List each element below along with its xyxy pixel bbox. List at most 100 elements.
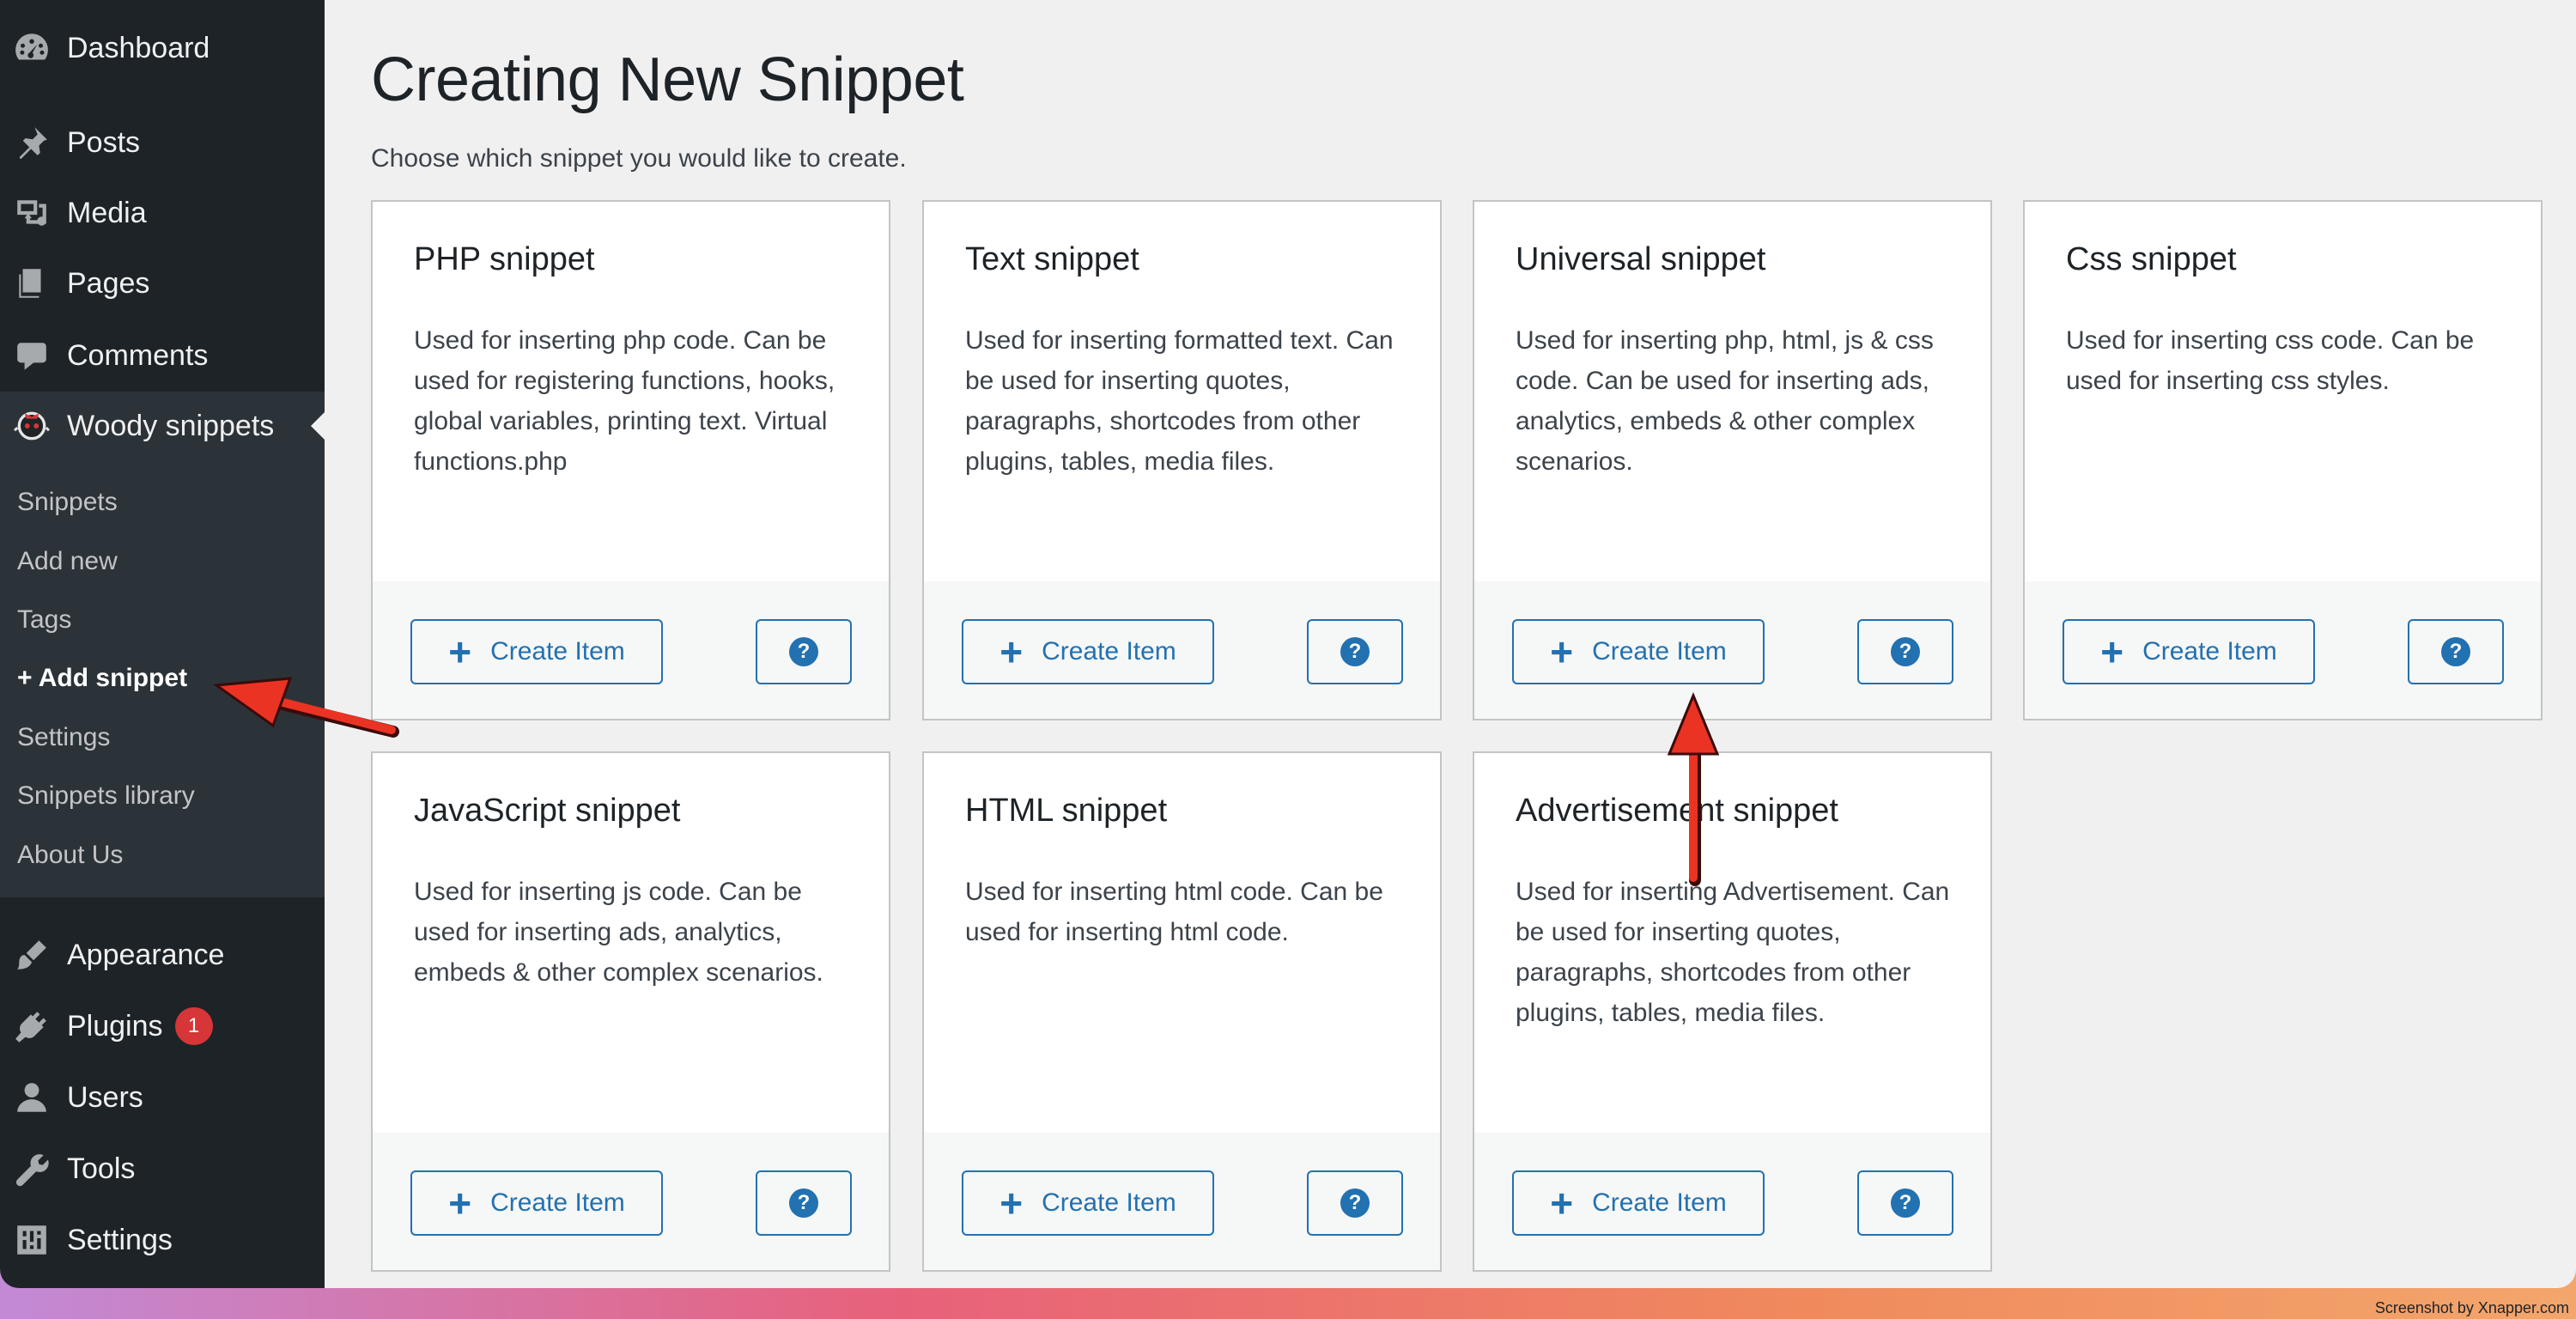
pages-icon xyxy=(3,249,60,318)
sidebar-item-comments[interactable]: Comments xyxy=(0,321,325,390)
create-item-label: Create Item xyxy=(1042,637,1176,666)
help-button[interactable]: ? xyxy=(1857,619,1953,684)
plus-icon: + xyxy=(448,629,472,674)
plus-icon: + xyxy=(999,629,1024,674)
user-icon xyxy=(3,1063,60,1132)
card-title: Universal snippet xyxy=(1516,241,1766,277)
card-description: Used for inserting html code. Can be use… xyxy=(965,878,1383,946)
sidebar-item-pages[interactable]: Pages xyxy=(0,249,325,318)
create-item-button[interactable]: + Create Item xyxy=(1512,1170,1765,1236)
plus-icon: + xyxy=(999,1181,1024,1225)
admin-sidebar: Dashboard Posts Media Pages Comments Woo… xyxy=(0,0,325,1288)
card-description: Used for inserting php, html, js & css c… xyxy=(1516,326,1934,476)
card-footer: + Create Item ? xyxy=(924,1133,1440,1270)
media-icon xyxy=(3,179,60,247)
sidebar-item-dashboard[interactable]: Dashboard xyxy=(0,14,325,82)
plus-icon: + xyxy=(1550,1181,1574,1225)
question-icon: ? xyxy=(2441,637,2470,666)
sidebar-item-posts[interactable]: Posts xyxy=(0,108,325,177)
snippet-card-advertisement: Advertisement snippet Used for inserting… xyxy=(1473,751,1992,1272)
card-footer: + Create Item ? xyxy=(924,581,1440,719)
submenu-item-add-new[interactable]: Add new xyxy=(17,547,118,576)
sidebar-item-label: Plugins xyxy=(67,1009,163,1042)
card-title: JavaScript snippet xyxy=(414,793,681,829)
brush-icon xyxy=(3,921,60,989)
snippet-card-php: PHP snippet Used for inserting php code.… xyxy=(371,200,890,720)
sidebar-item-media[interactable]: Media xyxy=(0,179,325,247)
create-item-label: Create Item xyxy=(1592,1188,1727,1217)
card-description: Used for inserting formatted text. Can b… xyxy=(965,326,1394,476)
card-footer: + Create Item ? xyxy=(1474,1133,1990,1270)
snippet-card-javascript: JavaScript snippet Used for inserting js… xyxy=(371,751,890,1272)
card-title: Advertisement snippet xyxy=(1516,793,1838,829)
submenu-item-snippets-library[interactable]: Snippets library xyxy=(17,781,195,811)
question-icon: ? xyxy=(1891,637,1920,666)
create-item-button[interactable]: + Create Item xyxy=(410,619,663,684)
sidebar-item-woody-snippets[interactable]: Woody snippets xyxy=(0,392,325,460)
snippet-card-html: HTML snippet Used for inserting html cod… xyxy=(922,751,1442,1272)
help-button[interactable]: ? xyxy=(2408,619,2504,684)
sidebar-item-label: Tools xyxy=(67,1152,136,1185)
update-count-badge: 1 xyxy=(174,1007,213,1045)
sidebar-item-label: Media xyxy=(67,196,147,229)
wrench-icon xyxy=(3,1134,60,1203)
sidebar-item-settings[interactable]: Settings xyxy=(0,1206,325,1274)
create-item-button[interactable]: + Create Item xyxy=(2063,619,2315,684)
page-subtitle: Choose which snippet you would like to c… xyxy=(371,144,907,173)
plus-icon: + xyxy=(448,1181,472,1225)
submenu-item-add-snippet[interactable]: + Add snippet xyxy=(17,664,187,693)
sidebar-item-label: Appearance xyxy=(67,938,225,971)
sidebar-item-label: Users xyxy=(67,1080,143,1114)
card-title: Css snippet xyxy=(2066,241,2237,277)
screenshot-credit: Screenshot by Xnapper.com xyxy=(2374,1299,2569,1316)
submenu-item-snippets[interactable]: Snippets xyxy=(17,488,118,517)
sidebar-item-tools[interactable]: Tools xyxy=(0,1134,325,1203)
card-footer: + Create Item ? xyxy=(2025,581,2541,719)
question-icon: ? xyxy=(1891,1188,1920,1218)
snippet-card-text: Text snippet Used for inserting formatte… xyxy=(922,200,1442,720)
create-item-label: Create Item xyxy=(490,637,625,666)
help-button[interactable]: ? xyxy=(756,619,852,684)
create-item-button[interactable]: + Create Item xyxy=(962,1170,1214,1236)
app-window: Dashboard Posts Media Pages Comments Woo… xyxy=(0,0,2576,1288)
submenu-item-about-us[interactable]: About Us xyxy=(17,841,123,870)
snippet-card-universal: Universal snippet Used for inserting php… xyxy=(1473,200,1992,720)
create-item-label: Create Item xyxy=(1592,637,1727,666)
card-title: PHP snippet xyxy=(414,241,595,277)
sidebar-item-label: Posts xyxy=(67,125,141,159)
sidebar-item-label: Comments xyxy=(67,338,209,372)
card-description: Used for inserting js code. Can be used … xyxy=(414,878,823,987)
help-button[interactable]: ? xyxy=(1857,1170,1953,1236)
create-item-button[interactable]: + Create Item xyxy=(1512,619,1765,684)
woody-logo-icon xyxy=(3,392,60,460)
sidebar-item-label: Woody snippets xyxy=(67,409,275,442)
card-description: Used for inserting php code. Can be used… xyxy=(414,326,835,476)
question-icon: ? xyxy=(1340,1188,1370,1218)
question-icon: ? xyxy=(1340,637,1370,666)
sidebar-item-plugins[interactable]: Plugins 1 xyxy=(0,992,325,1061)
card-footer: + Create Item ? xyxy=(373,1133,889,1270)
create-item-label: Create Item xyxy=(2142,637,2277,666)
card-footer: + Create Item ? xyxy=(373,581,889,719)
help-button[interactable]: ? xyxy=(1307,1170,1403,1236)
submenu-item-tags[interactable]: Tags xyxy=(17,605,71,635)
sidebar-item-label: Pages xyxy=(67,266,150,300)
dashboard-icon xyxy=(3,14,60,82)
help-button[interactable]: ? xyxy=(1307,619,1403,684)
question-icon: ? xyxy=(789,1188,818,1218)
submenu-item-settings[interactable]: Settings xyxy=(17,723,110,752)
settings-icon xyxy=(3,1206,60,1274)
create-item-button[interactable]: + Create Item xyxy=(962,619,1214,684)
sidebar-item-appearance[interactable]: Appearance xyxy=(0,921,325,989)
sidebar-item-users[interactable]: Users xyxy=(0,1063,325,1132)
card-description: Used for inserting Advertisement. Can be… xyxy=(1516,878,1950,1027)
create-item-label: Create Item xyxy=(1042,1188,1176,1217)
question-icon: ? xyxy=(789,637,818,666)
sidebar-item-label: Dashboard xyxy=(67,31,210,64)
create-item-button[interactable]: + Create Item xyxy=(410,1170,663,1236)
create-item-label: Create Item xyxy=(490,1188,625,1217)
sidebar-item-label: Settings xyxy=(67,1223,173,1256)
card-description: Used for inserting css code. Can be used… xyxy=(2066,326,2475,395)
help-button[interactable]: ? xyxy=(756,1170,852,1236)
card-footer: + Create Item ? xyxy=(1474,581,1990,719)
